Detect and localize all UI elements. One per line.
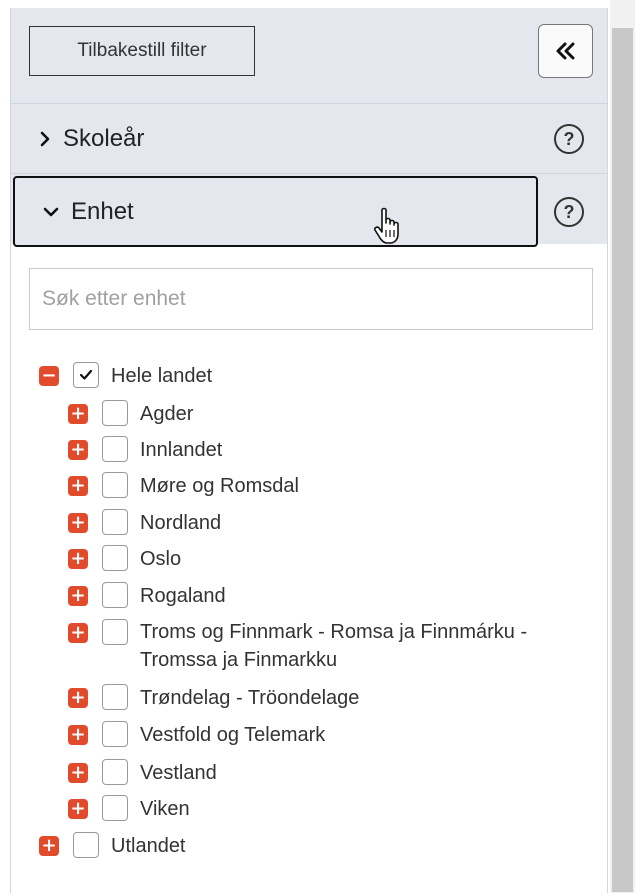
checkbox[interactable] xyxy=(102,721,128,747)
checkbox[interactable] xyxy=(102,759,128,785)
section-title-unit: Enhet xyxy=(71,197,134,225)
tree-node-label: Viken xyxy=(140,798,190,820)
hand-pointer-cursor-icon xyxy=(374,207,399,244)
expand-toggle-icon[interactable]: + xyxy=(68,725,88,745)
tree-node: + Oslo xyxy=(68,541,181,577)
checkmark-icon xyxy=(79,369,93,380)
tree-node-other: + Utlandet xyxy=(39,828,186,864)
help-icon[interactable]: ? xyxy=(554,197,584,227)
checkbox[interactable] xyxy=(102,509,128,535)
tree-node-label: Agder xyxy=(140,403,194,425)
collapse-panel-button[interactable] xyxy=(538,24,593,78)
filter-toolbar: Tilbakestill filter xyxy=(11,8,607,104)
chevron-right-icon xyxy=(40,131,50,147)
tree-node-label: Vestland xyxy=(140,762,217,784)
checkbox[interactable] xyxy=(102,436,128,462)
tree-node: + Vestland xyxy=(68,755,217,791)
tree-node-label: Oslo xyxy=(140,548,182,570)
chevron-down-icon xyxy=(43,207,59,216)
tree-node: + Innlandet xyxy=(68,432,222,468)
expand-toggle-icon[interactable]: + xyxy=(68,476,88,496)
expand-toggle-icon[interactable]: + xyxy=(68,513,88,533)
tree-node-label: Hele landet xyxy=(111,365,213,387)
tree-node: + Troms og Finnmark - Romsa ja Finnmárku… xyxy=(68,615,603,677)
checkbox[interactable] xyxy=(102,619,128,645)
tree-node-label: Troms og Finnmark - Romsa ja Finnmárku -… xyxy=(140,621,528,671)
tree-node: + Møre og Romsdal xyxy=(68,468,299,504)
tree-node: + Viken xyxy=(68,791,190,827)
section-unit: Enhet ? xyxy=(11,174,607,247)
expand-toggle-icon[interactable]: + xyxy=(68,404,88,424)
expand-toggle-icon[interactable]: + xyxy=(68,440,88,460)
tree-node-root: − Hele landet xyxy=(39,358,212,394)
section-school-year: Skoleår ? xyxy=(11,104,607,174)
double-chevron-left-icon xyxy=(556,42,574,60)
expand-toggle-icon[interactable]: + xyxy=(68,799,88,819)
expand-toggle-icon[interactable]: + xyxy=(39,836,59,856)
help-icon[interactable]: ? xyxy=(554,124,584,154)
tree-node-label: Utlandet xyxy=(111,835,186,857)
section-header-unit[interactable]: Enhet xyxy=(13,176,538,247)
unit-search-input[interactable] xyxy=(29,268,593,330)
filter-panel: Tilbakestill filter Skoleår ? Enhet ? Sø… xyxy=(10,8,608,893)
checkbox-hele-landet[interactable] xyxy=(73,362,99,388)
checkbox[interactable] xyxy=(102,472,128,498)
tree-node-label: Nordland xyxy=(140,512,222,534)
tree-node: + Trøndelag - Tröondelage xyxy=(68,680,359,716)
checkbox[interactable] xyxy=(102,400,128,426)
expand-toggle-icon[interactable]: + xyxy=(68,688,88,708)
checkbox[interactable] xyxy=(102,582,128,608)
tree-node-label: Rogaland xyxy=(140,585,226,607)
checkbox[interactable] xyxy=(73,832,99,858)
tree-node: + Agder xyxy=(68,396,193,432)
tree-node-label: Vestfold og Telemark xyxy=(140,724,326,746)
tree-node: + Rogaland xyxy=(68,578,226,614)
section-header-school-year[interactable]: Skoleår xyxy=(11,104,536,174)
tree-node-label: Innlandet xyxy=(140,439,223,461)
checkbox[interactable] xyxy=(102,545,128,571)
checkbox[interactable] xyxy=(102,795,128,821)
tree-node: + Nordland xyxy=(68,505,221,541)
scrollbar-thumb[interactable] xyxy=(612,28,633,892)
section-title-school-year: Skoleår xyxy=(63,125,145,152)
collapse-toggle-icon[interactable]: − xyxy=(39,366,59,386)
tree-node: + Vestfold og Telemark xyxy=(68,717,325,753)
tree-node-label: Møre og Romsdal xyxy=(140,475,299,497)
checkbox[interactable] xyxy=(102,684,128,710)
expand-toggle-icon[interactable]: + xyxy=(68,586,88,606)
expand-toggle-icon[interactable]: + xyxy=(68,549,88,569)
tree-node-label: Trøndelag - Tröondelage xyxy=(140,687,360,709)
reset-filter-button[interactable]: Tilbakestill filter xyxy=(29,26,255,76)
expand-toggle-icon[interactable]: + xyxy=(68,623,88,643)
expand-toggle-icon[interactable]: + xyxy=(68,763,88,783)
